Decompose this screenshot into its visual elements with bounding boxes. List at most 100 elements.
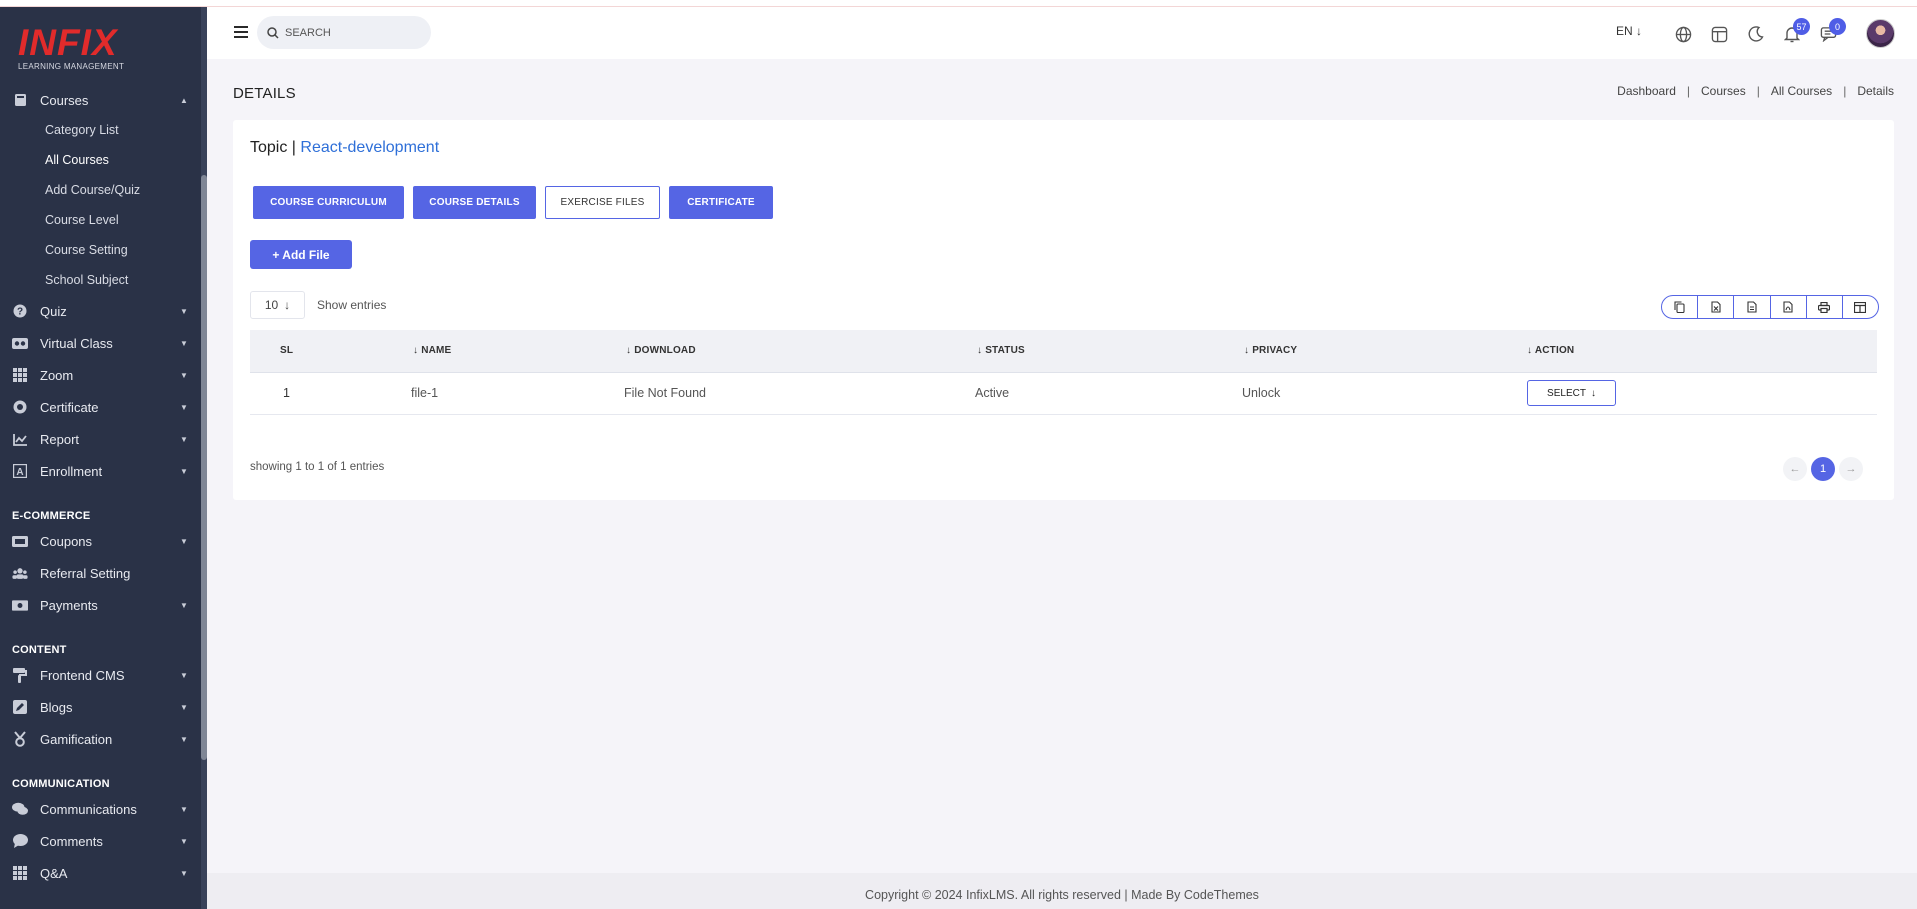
notifications-bell-icon[interactable]: 57 [1781, 18, 1810, 45]
sidebar-subitem-school-subject[interactable]: School Subject [45, 273, 128, 287]
chevron-down-icon: ▼ [180, 836, 188, 846]
badge-icon [12, 399, 28, 415]
column-header-name[interactable]: ↓ NAME [413, 345, 451, 356]
sidebar-subitem-course-level[interactable]: Course Level [45, 213, 119, 227]
footer: Copyright © 2024 InfixLMS. All rights re… [207, 873, 1917, 909]
moon-icon[interactable] [1745, 23, 1767, 45]
sidebar-item-blogs[interactable]: Blogs ▼ [0, 693, 200, 721]
add-file-button[interactable]: + Add File [250, 240, 352, 269]
table-row: 1 file-1 File Not Found Active Unlock SE… [250, 373, 1877, 415]
previous-page-button[interactable]: ← [1783, 457, 1807, 481]
sidebar-item-virtual-class[interactable]: Virtual Class ▼ [0, 329, 200, 357]
chevron-down-icon: ▼ [180, 402, 188, 412]
topic-name-link[interactable]: React-development [300, 139, 439, 156]
breadcrumb-all-courses[interactable]: All Courses [1771, 84, 1832, 98]
comment-icon [12, 833, 28, 849]
sidebar-item-label: Courses [40, 92, 89, 108]
money-icon [12, 597, 28, 613]
chevron-up-icon: ▲ [180, 95, 188, 105]
cell-status: Active [975, 386, 1010, 400]
logo[interactable]: INFIX LEARNING MANAGEMENT [18, 24, 128, 73]
breadcrumb-separator: | [1686, 84, 1691, 98]
grid-icon [12, 367, 28, 383]
arrow-left-icon: ← [1789, 463, 1801, 475]
sidebar-subitem-course-setting[interactable]: Course Setting [45, 243, 128, 257]
column-header-privacy[interactable]: ↓ PRIVACY [1244, 345, 1297, 356]
sidebar-subitem-category-list[interactable]: Category List [45, 123, 119, 137]
sidebar-item-label: Blogs [40, 699, 73, 715]
column-header-status[interactable]: ↓ STATUS [977, 345, 1025, 356]
column-header-download[interactable]: ↓ DOWNLOAD [626, 345, 696, 356]
sidebar-item-gamification[interactable]: Gamification ▼ [0, 725, 200, 753]
chevron-down-icon: ▼ [180, 868, 188, 878]
sidebar-item-enrollment[interactable]: A Enrollment ▼ [0, 457, 200, 485]
search-icon [267, 26, 279, 39]
sidebar-subitem-add-course-quiz[interactable]: Add Course/Quiz [45, 183, 140, 197]
sort-arrow-icon: ↓ [626, 345, 632, 356]
sidebar-item-frontend-cms[interactable]: Frontend CMS ▼ [0, 661, 200, 689]
sidebar-scrollbar[interactable] [201, 7, 207, 909]
sidebar-item-payments[interactable]: Payments ▼ [0, 591, 200, 619]
sidebar-item-report[interactable]: Report ▼ [0, 425, 200, 453]
search-input[interactable]: SEARCH [257, 16, 431, 49]
avatar[interactable] [1866, 19, 1895, 48]
sort-arrow-icon: ↓ [1244, 345, 1250, 356]
sidebar-item-qa[interactable]: Q&A ▼ [0, 859, 200, 887]
chevron-down-icon: ▼ [180, 370, 188, 380]
sidebar-item-comments[interactable]: Comments ▼ [0, 827, 200, 855]
cell-sl: 1 [283, 386, 290, 400]
svg-text:A: A [16, 467, 23, 478]
column-header-action[interactable]: ↓ ACTION [1527, 345, 1574, 356]
language-selector[interactable]: EN ↓ [1616, 24, 1642, 38]
tab-exercise-files[interactable]: EXERCISE FILES [545, 186, 660, 219]
tab-certificate[interactable]: CERTIFICATE [669, 186, 773, 219]
layout-icon[interactable] [1708, 23, 1730, 45]
hamburger-menu-icon[interactable] [234, 26, 248, 38]
page-number-button[interactable]: 1 [1811, 457, 1835, 481]
sidebar-item-referral-setting[interactable]: Referral Setting [0, 559, 200, 587]
csv-file-icon[interactable] [1734, 296, 1771, 318]
row-action-select-button[interactable]: SELECT ↓ [1527, 380, 1616, 406]
sidebar-item-courses[interactable]: Courses ▲ [0, 86, 200, 114]
print-icon[interactable] [1807, 296, 1843, 318]
sidebar-subitem-all-courses[interactable]: All Courses [45, 153, 109, 167]
font-box-icon: A [12, 463, 28, 479]
breadcrumb-details: Details [1857, 84, 1894, 98]
copyright-text: Copyright © 2024 InfixLMS. All rights re… [865, 888, 1259, 902]
arrow-down-icon: ↓ [1590, 387, 1596, 399]
column-header-label: ACTION [1534, 345, 1575, 356]
sidebar-item-quiz[interactable]: ? Quiz ▼ [0, 297, 200, 325]
breadcrumb-dashboard[interactable]: Dashboard [1617, 84, 1676, 98]
chevron-down-icon: ▼ [180, 702, 188, 712]
copy-icon[interactable] [1662, 296, 1699, 318]
columns-icon[interactable] [1843, 296, 1878, 318]
column-header-label: PRIVACY [1252, 345, 1298, 356]
chevron-down-icon: ▼ [180, 466, 188, 476]
breadcrumb-courses[interactable]: Courses [1701, 84, 1746, 98]
topic-heading: Topic | React-development [250, 139, 439, 157]
tab-course-curriculum[interactable]: COURSE CURRICULUM [253, 186, 404, 219]
svg-text:?: ? [17, 307, 23, 318]
pdf-file-icon[interactable] [1771, 296, 1807, 318]
show-entries-label: Show entries [317, 298, 387, 312]
globe-icon[interactable] [1672, 23, 1694, 45]
edit-icon [12, 699, 28, 715]
cell-name: file-1 [411, 386, 439, 400]
messages-icon[interactable]: 0 [1817, 18, 1846, 45]
sidebar-item-label: Coupons [40, 533, 93, 549]
sidebar-item-communications[interactable]: Communications ▼ [0, 795, 200, 823]
arrow-down-icon: ↓ [284, 298, 291, 312]
column-header-sl[interactable]: SL [280, 345, 293, 356]
page-length-select[interactable]: 10 ↓ [250, 291, 305, 319]
excel-file-icon[interactable] [1698, 296, 1735, 318]
search-placeholder: SEARCH [285, 26, 331, 39]
next-page-button[interactable]: → [1839, 457, 1863, 481]
tab-course-details[interactable]: COURSE DETAILS [413, 186, 536, 219]
sidebar-scrollbar-thumb[interactable] [201, 175, 207, 760]
sort-arrow-icon: ↓ [1527, 345, 1533, 356]
sidebar-item-coupons[interactable]: Coupons ▼ [0, 527, 200, 555]
page-title: DETAILS [233, 85, 296, 102]
sidebar-item-zoom[interactable]: Zoom ▼ [0, 361, 200, 389]
notifications-count-badge: 57 [1793, 18, 1810, 35]
sidebar-item-certificate[interactable]: Certificate ▼ [0, 393, 200, 421]
